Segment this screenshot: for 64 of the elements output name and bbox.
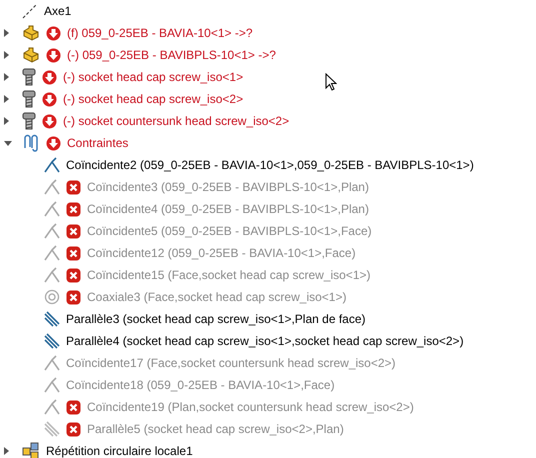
expander-icon[interactable] [4, 117, 9, 125]
tree-item[interactable]: (-) socket countersunk head screw_iso<2> [63, 114, 290, 128]
tree-item[interactable]: (-) 059_0-25EB - BAVIBPLS-10<1> ->? [67, 48, 276, 62]
parallel-icon [44, 333, 60, 349]
axis-icon [22, 3, 38, 19]
tree-item[interactable]: (-) socket head cap screw_iso<1> [63, 70, 244, 84]
expander-icon[interactable] [4, 73, 9, 81]
coincident-icon [44, 157, 60, 173]
error-icon [66, 246, 81, 260]
coincident-icon [44, 245, 60, 261]
mate-item[interactable]: Coaxiale3 (Face,socket head cap screw_iso<1>) [87, 290, 346, 304]
parallel-icon [44, 311, 60, 327]
expander-icon[interactable] [4, 95, 9, 103]
part-icon [22, 47, 40, 63]
expander-icon[interactable] [4, 51, 9, 59]
error-icon [66, 268, 81, 282]
mate-item[interactable]: Coïncidente19 (Plan,socket countersunk head screw_iso<2>) [87, 400, 414, 414]
error-icon [66, 422, 81, 436]
error-down-icon [42, 70, 57, 84]
coincident-icon [44, 223, 60, 239]
tree-item[interactable]: Contraintes [67, 136, 128, 150]
error-icon [66, 180, 81, 194]
mate-item[interactable]: Coïncidente3 (059_0-25EB - BAVIBPLS-10<1>,Plan) [87, 180, 369, 194]
coincident-icon [44, 179, 60, 195]
parallel-icon [44, 421, 60, 437]
coincident-icon [44, 399, 60, 415]
error-icon [66, 202, 81, 216]
coincident-icon [44, 201, 60, 217]
error-down-icon [42, 114, 57, 128]
error-down-icon [46, 26, 61, 40]
expander-icon[interactable] [4, 140, 12, 146]
coincident-icon [44, 267, 60, 283]
expander-icon[interactable] [4, 29, 9, 37]
error-icon [66, 224, 81, 238]
error-down-icon [46, 48, 61, 62]
mate-item[interactable]: Coïncidente2 (059_0-25EB - BAVIA-10<1>,059_0-25EB - BAVIBPLS-10<1>) [66, 158, 474, 172]
tree-item[interactable]: (-) socket head cap screw_iso<2> [63, 92, 244, 106]
mate-item[interactable]: Coïncidente15 (Face,socket head cap screw_iso<1>) [87, 268, 370, 282]
mate-item[interactable]: Parallèle3 (socket head cap screw_iso<1>,Plan de face) [66, 312, 366, 326]
tree-item[interactable]: (f) 059_0-25EB - BAVIA-10<1> ->? [67, 26, 253, 40]
coincident-icon [44, 377, 60, 393]
tree-item[interactable]: Répétition circulaire locale1 [46, 444, 193, 458]
coincident-icon [44, 355, 60, 371]
mate-item[interactable]: Coïncidente18 (059_0-25EB - BAVIA-10<1>,Face) [66, 378, 335, 392]
coaxial-icon [44, 289, 60, 305]
mate-item[interactable]: Coïncidente12 (059_0-25EB - BAVIA-10<1>,Face) [87, 246, 356, 260]
error-icon [66, 400, 81, 414]
mate-item[interactable]: Parallèle4 (socket head cap screw_iso<1>,socket head cap screw_iso<2>) [66, 334, 464, 348]
tree-item[interactable]: Axe1 [44, 4, 72, 18]
error-down-icon [46, 136, 61, 150]
mate-item[interactable]: Parallèle5 (socket head cap screw_iso<2>,Plan) [87, 422, 344, 436]
screw-icon [22, 68, 36, 86]
error-icon [66, 290, 81, 304]
pattern-icon [22, 442, 40, 458]
expander-icon[interactable] [4, 447, 9, 455]
mate-item[interactable]: Coïncidente4 (059_0-25EB - BAVIBPLS-10<1>,Plan) [87, 202, 369, 216]
screw-icon [22, 112, 36, 130]
screw-icon [22, 90, 36, 108]
mate-item[interactable]: Coïncidente5 (059_0-25EB - BAVIBPLS-10<1>,Face) [87, 224, 372, 238]
part-icon [22, 25, 40, 41]
mouse-cursor-icon [325, 73, 337, 91]
paperclip-icon [22, 134, 40, 152]
mate-item[interactable]: Coïncidente17 (Face,socket countersunk head screw_iso<2>) [66, 356, 396, 370]
error-down-icon [42, 92, 57, 106]
